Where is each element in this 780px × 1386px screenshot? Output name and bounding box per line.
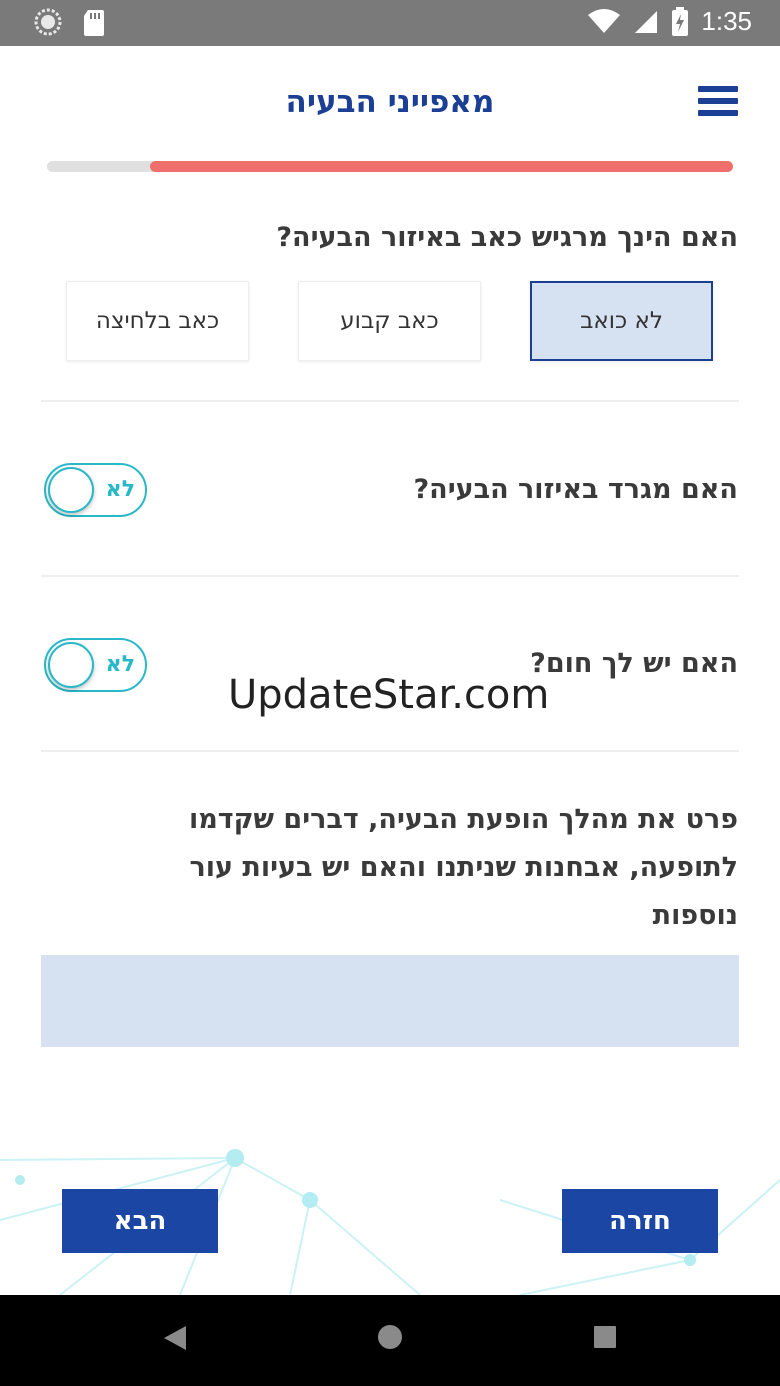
description-input[interactable] [41, 955, 739, 1047]
progress-fill [149, 161, 733, 172]
fever-question: האם יש לך חום? [530, 648, 738, 679]
itch-question: האם מגרד באיזור הבעיה? [413, 474, 738, 505]
wifi-icon [588, 8, 621, 33]
hamburger-menu-icon[interactable] [698, 86, 738, 120]
option-constant-pain[interactable]: כאב קבוע [298, 281, 481, 361]
back-nav-icon[interactable] [162, 1324, 188, 1352]
battery-icon [672, 6, 689, 36]
signal-icon [635, 10, 658, 33]
divider [41, 575, 739, 577]
fever-toggle-label: לא [105, 652, 135, 677]
status-time: 1:35 [701, 6, 752, 36]
header: מאפייני הבעיה [0, 46, 780, 156]
progress-bar [47, 161, 733, 172]
divider [41, 750, 739, 752]
toggle-knob [48, 642, 94, 688]
next-button[interactable]: הבא [62, 1189, 218, 1253]
toggle-knob [48, 467, 94, 513]
description-question: פרט את מהלך הופעת הבעיה, דברים שקדמו לתו… [188, 804, 738, 931]
divider [41, 400, 739, 402]
status-bar: 1:35 [0, 0, 780, 46]
pain-question: האם הינך מרגיש כאב באיזור הבעיה? [276, 222, 738, 253]
page-title: מאפייני הבעיה [285, 84, 495, 120]
fever-toggle[interactable]: לא [44, 638, 147, 692]
sync-icon [34, 8, 62, 36]
option-no-pain[interactable]: לא כואב [530, 281, 713, 361]
sd-card-icon [84, 10, 104, 36]
back-button[interactable]: חזרה [562, 1189, 718, 1253]
status-right-icons: 1:35 [587, 6, 752, 37]
itch-toggle-label: לא [105, 477, 135, 502]
watermark: UpdateStar.com [228, 672, 550, 718]
home-nav-icon[interactable] [376, 1323, 404, 1351]
option-pressure-pain[interactable]: כאב בלחיצה [66, 281, 249, 361]
status-left-icons [34, 8, 106, 36]
itch-toggle[interactable]: לא [44, 463, 147, 517]
android-nav-bar [0, 1295, 780, 1386]
recents-nav-icon[interactable] [593, 1325, 617, 1349]
